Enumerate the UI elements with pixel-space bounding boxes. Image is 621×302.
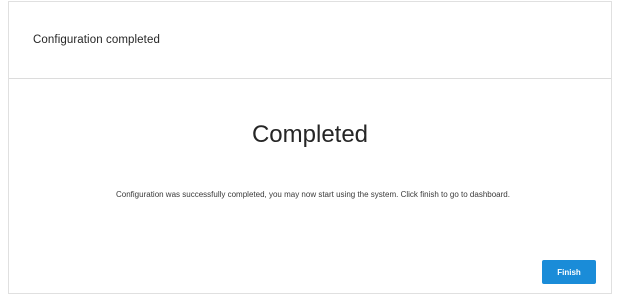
configuration-dialog: Configuration completed Completed Config… [8, 1, 612, 294]
dialog-title: Configuration completed [33, 34, 160, 46]
finish-button[interactable]: Finish [542, 260, 596, 284]
dialog-body: Completed Configuration was successfully… [9, 79, 611, 294]
completion-message: Configuration was successfully completed… [116, 190, 510, 199]
dialog-header: Configuration completed [9, 2, 611, 79]
completed-heading: Completed [251, 121, 369, 148]
